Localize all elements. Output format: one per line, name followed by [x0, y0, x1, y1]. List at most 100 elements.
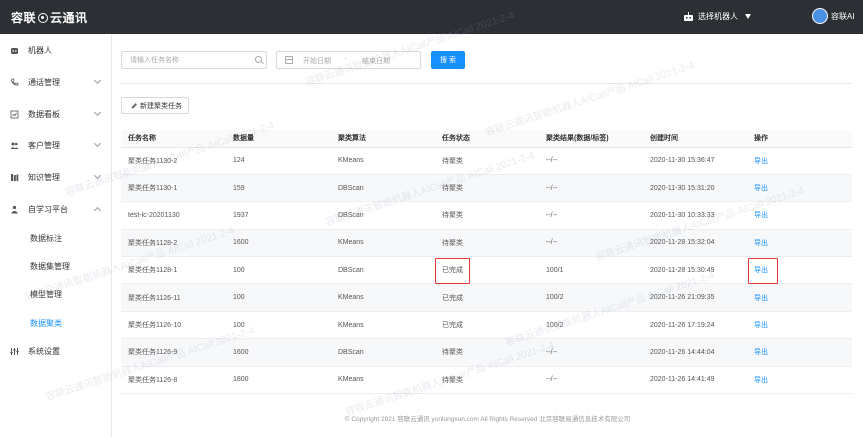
robot-select-dropdown[interactable]: 选择机器人 [683, 11, 751, 22]
sidebar-subitem-dataset-management[interactable]: 数据集管理 [30, 261, 70, 272]
export-cell: 导出 [747, 229, 852, 258]
table-cell: 100 [226, 256, 331, 285]
table-cell: 2020-11-30 15:36:47 [643, 147, 747, 175]
user-name: 容联AI [831, 11, 855, 21]
sidebar-item-knowledge-management[interactable]: 知识管理 [0, 167, 112, 187]
table-cell: 159 [226, 174, 331, 203]
sidebar-item-robot[interactable]: 机器人 [0, 40, 112, 60]
table-cell: 待聚类 [435, 338, 539, 367]
column-header: 操作 [747, 130, 852, 148]
table-cell: 100 [226, 311, 331, 340]
table-cell: test-lc-20201130 [121, 201, 226, 230]
table-cell: 聚类任务1126-11 [121, 283, 226, 312]
table-cell: --/-- [539, 338, 643, 367]
column-header: 任务状态 [435, 130, 539, 148]
new-task-label: 新建聚类任务 [140, 102, 182, 110]
sidebar-item-label: 知识管理 [28, 172, 60, 182]
learning-icon [10, 205, 19, 214]
table-cell: 待聚类 [435, 229, 539, 258]
robot-icon [10, 46, 19, 55]
export-cell: 导出 [747, 147, 852, 175]
table-row: 聚类任务1128-2 1600 KMeans 待聚类 --/-- 2020-11-28 1… [121, 229, 852, 258]
export-cell: 导出 [747, 311, 852, 340]
export-link[interactable]: 导出 [754, 322, 768, 329]
export-link[interactable]: 导出 [754, 240, 768, 247]
column-header: 数据量 [226, 130, 331, 148]
table-header-row: 任务名称 数据量 聚类算法 任务状态 聚类结果(数据/标签) 创建时间 操作 [121, 130, 852, 148]
table-cell: 124 [226, 147, 331, 175]
table-cell: --/-- [539, 147, 643, 175]
export-cell: 导出 [747, 201, 852, 230]
table-row: 聚类任务1128-1 100 DBScan 已完成 100/1 2020-11-28 15… [121, 256, 852, 285]
chevron-down-icon [93, 108, 102, 117]
sidebar-subitem-data-clustering[interactable]: 数据聚类 [30, 318, 62, 329]
export-link[interactable]: 导出 [754, 158, 768, 165]
table-cell: 待聚类 [435, 366, 539, 395]
phone-icon [10, 78, 19, 87]
start-date: 开始日期 [303, 58, 331, 65]
footer: © Copyright 2021 容联云通讯 yunlongxun.com Al… [344, 416, 631, 423]
table-cell: --/-- [539, 174, 643, 203]
sidebar-subitem-model-management[interactable]: 模型管理 [30, 289, 62, 300]
export-cell: 导出 [747, 256, 852, 285]
sidebar-item-customer-management[interactable]: 客户管理 [0, 135, 112, 155]
export-link[interactable]: 导出 [754, 212, 768, 219]
table-cell: 1600 [226, 338, 331, 367]
settings-icon [10, 347, 19, 356]
avatar [812, 8, 828, 24]
table-cell: KMeans [331, 366, 435, 395]
search-button[interactable]: 搜 索 [431, 51, 465, 69]
table-cell: 聚类任务1128-2 [121, 229, 226, 258]
table-cell: 聚类任务1130-1 [121, 174, 226, 203]
table-cell: KMeans [331, 311, 435, 340]
search-icon [255, 56, 262, 63]
table-cell: 聚类任务1126-8 [121, 366, 226, 395]
table-row: 聚类任务1126-8 1800 KMeans 待聚类 --/-- 2020-11-26 1… [121, 366, 852, 395]
sidebar-item-call-management[interactable]: 通话管理 [0, 72, 112, 92]
table-cell: 聚类任务1126-9 [121, 338, 226, 367]
column-header: 聚类结果(数据/标签) [539, 130, 643, 148]
table-cell: DBScan [331, 338, 435, 367]
table-cell: 100/2 [539, 311, 643, 340]
new-cluster-task-button[interactable]: 新建聚类任务 [121, 97, 189, 114]
task-name-input[interactable] [121, 51, 267, 69]
table-cell: --/-- [539, 229, 643, 258]
table-cell: 1800 [226, 366, 331, 395]
user-menu[interactable]: 容联AI [812, 8, 855, 24]
sidebar-item-label: 客户管理 [28, 140, 60, 150]
table-row: test-lc-20201130 1937 DBScan 待聚类 --/-- 2020-1… [121, 201, 852, 230]
date-range-picker[interactable]: 开始日期 - 结束日期 [276, 51, 421, 69]
sidebar-item-system-settings[interactable]: 系统设置 [0, 341, 112, 361]
table-cell: 聚类任务1130-2 [121, 147, 226, 175]
export-link[interactable]: 导出 [754, 349, 768, 356]
table-cell: 待聚类 [435, 201, 539, 230]
table-cell: 2020-11-26 17:19:24 [643, 311, 747, 340]
robot-select-label: 选择机器人 [698, 12, 738, 21]
chevron-down-icon [93, 76, 102, 85]
table-cell: 已完成 [435, 311, 539, 340]
table-cell: 100/1 [539, 256, 643, 285]
sidebar-subitem-data-annotation[interactable]: 数据标注 [30, 233, 62, 244]
brand-name-right: 云通讯 [50, 11, 88, 25]
table-row: 聚类任务1126-9 1600 DBScan 待聚类 --/-- 2020-11-26 1… [121, 338, 852, 367]
table-cell: 1937 [226, 201, 331, 230]
table-cell: 已完成 [435, 283, 539, 312]
table-cell: KMeans [331, 229, 435, 258]
export-link[interactable]: 导出 [754, 185, 768, 192]
sidebar-item-data-dashboard[interactable]: 数据看板 [0, 104, 112, 124]
table-cell: 2020-11-26 21:09:35 [643, 283, 747, 312]
top-bar: 容联 云通讯 选择机器人 容联AI [0, 0, 863, 34]
column-header: 聚类算法 [331, 130, 435, 148]
export-link[interactable]: 导出 [754, 267, 768, 274]
table-cell: 100 [226, 283, 331, 312]
export-cell: 导出 [747, 174, 852, 203]
table-cell: 待聚类 [435, 147, 539, 175]
sidebar-item-self-learning[interactable]: 自学习平台 [0, 199, 112, 219]
table-cell: 2020-11-30 10:33:33 [643, 201, 747, 230]
export-link[interactable]: 导出 [754, 295, 768, 302]
column-header: 创建时间 [643, 130, 747, 148]
table-cell: 2020-11-26 14:44:04 [643, 338, 747, 367]
chevron-down-icon [93, 171, 102, 180]
sidebar-item-label: 自学习平台 [28, 204, 68, 214]
export-link[interactable]: 导出 [754, 377, 768, 384]
